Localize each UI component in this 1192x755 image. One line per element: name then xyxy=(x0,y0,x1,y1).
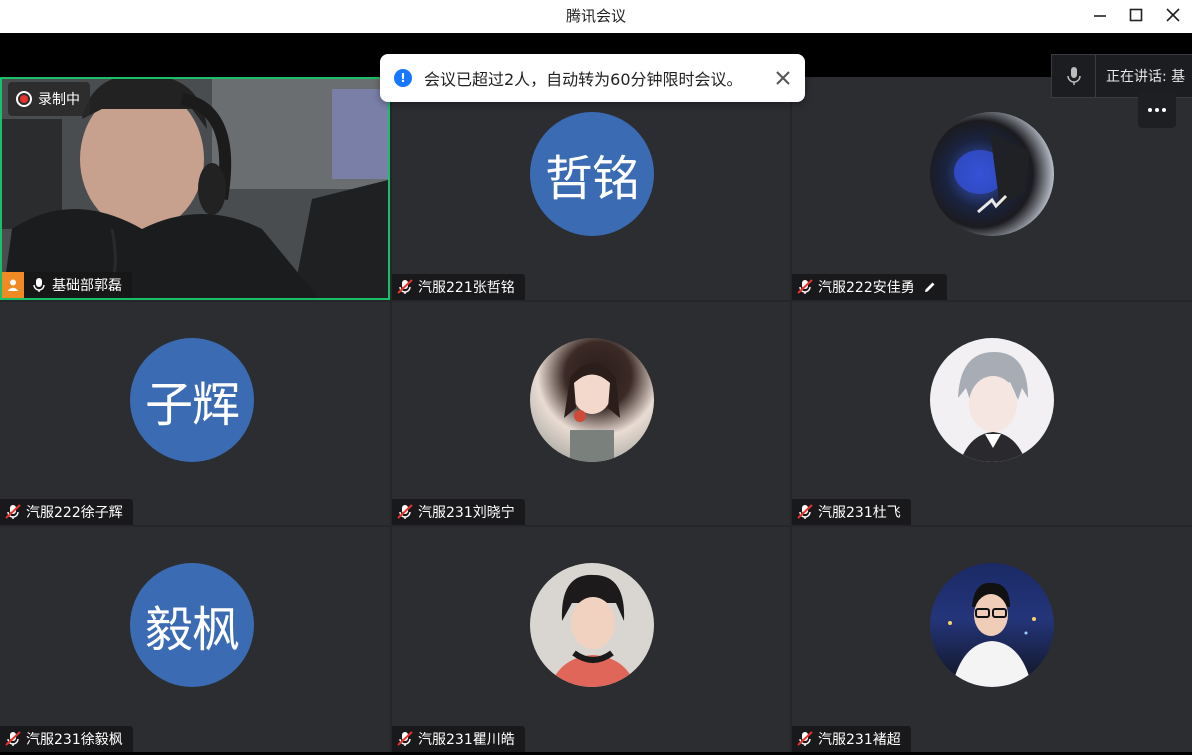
time-limit-toast: ! 会议已超过2人，自动转为60分钟限时会议。 xyxy=(380,54,805,102)
robot-photo-avatar xyxy=(930,112,1054,236)
participant-tile[interactable]: 汽服231瞿川皓 xyxy=(392,527,790,752)
mic-muted-icon xyxy=(396,730,414,748)
participant-name: 基础部郭磊 xyxy=(52,278,122,294)
mic-icon xyxy=(30,276,48,294)
toast-message: 会议已超过2人，自动转为60分钟限时会议。 xyxy=(424,70,743,89)
participant-tile[interactable]: 汽服231褚超 xyxy=(792,527,1192,752)
nameplate: 汽服222徐子辉 xyxy=(0,499,133,525)
toast-close-button[interactable] xyxy=(775,70,791,86)
participant-tile[interactable]: 哲铭 汽服221张哲铭 xyxy=(392,77,790,300)
mic-muted-icon xyxy=(796,730,814,748)
nameplate: 汽服221张哲铭 xyxy=(392,274,525,300)
more-options-button[interactable] xyxy=(1138,92,1176,128)
participant-tile[interactable]: 毅枫 汽服231徐毅枫 xyxy=(0,527,390,752)
title-bar: 腾讯会议 xyxy=(0,0,1192,33)
participant-name: 汽服231瞿川皓 xyxy=(418,732,515,748)
maximize-button[interactable] xyxy=(1118,0,1154,30)
nameplate: 汽服231瞿川皓 xyxy=(392,726,525,752)
participant-name: 汽服222安佳勇 xyxy=(818,280,915,296)
minimize-icon xyxy=(1094,15,1106,17)
nameplate: 汽服222安佳勇 xyxy=(792,274,947,300)
participant-name: 汽服231徐毅枫 xyxy=(26,732,123,748)
participant-tile[interactable]: 汽服231杜飞 xyxy=(792,302,1192,525)
participant-name: 汽服231褚超 xyxy=(818,732,901,748)
close-icon xyxy=(1166,8,1180,22)
participant-name: 汽服231刘晓宁 xyxy=(418,505,515,521)
participant-tile[interactable]: 子辉 汽服222徐子辉 xyxy=(0,302,390,525)
nameplate: 汽服231褚超 xyxy=(792,726,911,752)
close-icon xyxy=(776,71,790,85)
girl-photo-avatar xyxy=(530,338,654,462)
nameplate: 基础部郭磊 xyxy=(2,272,132,298)
recording-label: 录制中 xyxy=(38,92,80,108)
mic-muted-icon xyxy=(4,503,22,521)
anime-photo-avatar xyxy=(930,338,1054,462)
boy-photo-avatar xyxy=(530,563,654,687)
night-photo-avatar xyxy=(930,563,1054,687)
close-button[interactable] xyxy=(1155,0,1191,30)
record-icon xyxy=(16,91,32,107)
mic-muted-icon xyxy=(796,278,814,296)
info-icon: ! xyxy=(394,69,412,87)
participant-name: 汽服231杜飞 xyxy=(818,505,901,521)
mic-muted-icon xyxy=(796,503,814,521)
minimize-button[interactable] xyxy=(1082,0,1118,30)
avatar-text: 子辉 xyxy=(130,338,254,462)
maximize-icon xyxy=(1129,8,1143,22)
nameplate: 汽服231刘晓宁 xyxy=(392,499,525,525)
speaking-label: 正在讲话: 基 xyxy=(1106,69,1186,85)
recording-indicator[interactable]: 录制中 xyxy=(8,82,90,116)
more-dots-icon xyxy=(1148,108,1152,112)
nameplate: 汽服231徐毅枫 xyxy=(0,726,133,752)
mic-muted-icon xyxy=(4,730,22,748)
participant-tile[interactable]: 汽服222安佳勇 xyxy=(792,77,1192,300)
mic-muted-icon xyxy=(396,278,414,296)
participant-tile[interactable]: 汽服231刘晓宁 xyxy=(392,302,790,525)
nameplate: 汽服231杜飞 xyxy=(792,499,911,525)
avatar-text: 哲铭 xyxy=(530,112,654,236)
host-icon xyxy=(2,272,24,298)
participant-name: 汽服221张哲铭 xyxy=(418,280,515,296)
mic-icon xyxy=(1052,55,1096,97)
mic-muted-icon xyxy=(396,503,414,521)
participant-name: 汽服222徐子辉 xyxy=(26,505,123,521)
window-title: 腾讯会议 xyxy=(565,7,626,25)
pencil-icon xyxy=(923,280,937,294)
avatar-text: 毅枫 xyxy=(130,563,254,687)
